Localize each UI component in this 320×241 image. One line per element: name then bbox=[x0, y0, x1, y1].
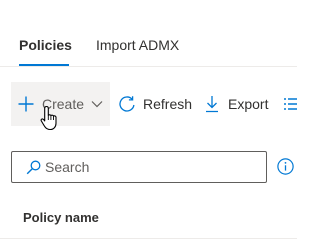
columns-button[interactable] bbox=[283, 82, 297, 126]
tab-policies[interactable]: Policies bbox=[19, 37, 72, 53]
refresh-label: Refresh bbox=[143, 96, 193, 112]
plus-icon bbox=[17, 95, 35, 113]
info-icon[interactable] bbox=[277, 158, 294, 175]
refresh-icon bbox=[118, 95, 136, 113]
search-input[interactable] bbox=[45, 153, 265, 181]
chevron-down-icon bbox=[91, 100, 103, 108]
download-icon bbox=[205, 95, 219, 113]
tab-divider bbox=[0, 66, 297, 67]
columns-icon bbox=[283, 97, 297, 111]
tab-bar: Policies Import ADMX bbox=[0, 0, 297, 66]
export-button[interactable]: Export bbox=[203, 82, 273, 126]
search-icon bbox=[26, 160, 41, 175]
refresh-button[interactable]: Refresh bbox=[116, 82, 195, 126]
column-header-policy-name[interactable]: Policy name bbox=[23, 210, 99, 225]
export-label: Export bbox=[228, 96, 269, 112]
tab-import-admx[interactable]: Import ADMX bbox=[96, 37, 179, 53]
hand-cursor-icon bbox=[40, 105, 57, 131]
table-header-divider bbox=[0, 238, 297, 239]
search-box[interactable] bbox=[11, 151, 267, 183]
